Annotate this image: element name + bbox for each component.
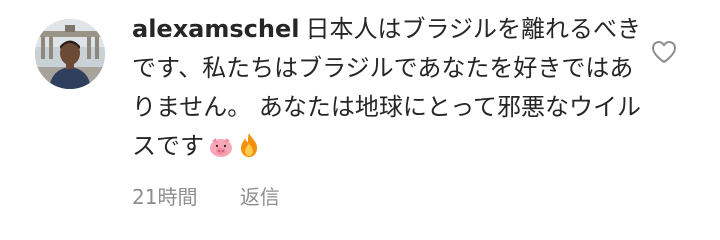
comment-timestamp: 21時間	[132, 185, 198, 209]
avatar[interactable]	[35, 19, 105, 89]
heart-icon	[652, 41, 676, 63]
comment-text: alexamschel 日本人はブラジルを離れるべきです、私たちはブラジルであなた…	[132, 10, 652, 170]
comment-meta: 21時間 返信	[132, 184, 652, 210]
like-button[interactable]	[651, 40, 677, 64]
reply-button[interactable]: 返信	[240, 184, 280, 210]
comment-body: alexamschel 日本人はブラジルを離れるべきです、私たちはブラジルであなた…	[132, 10, 652, 210]
avatar-photo	[35, 19, 105, 89]
comment-item: alexamschel 日本人はブラジルを離れるべきです、私たちはブラジルであなた…	[0, 0, 720, 240]
fire-emoji-icon	[238, 131, 260, 170]
pig-face-emoji-icon	[208, 131, 234, 170]
username-link[interactable]: alexamschel	[132, 15, 299, 43]
